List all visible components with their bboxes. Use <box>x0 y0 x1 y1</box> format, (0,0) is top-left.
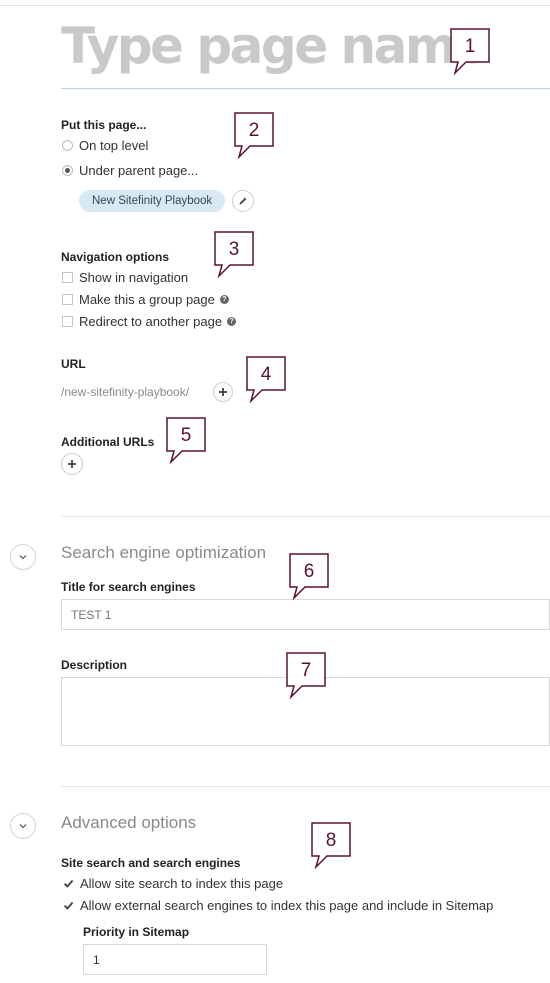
radio-top-level-label: On top level <box>79 138 149 153</box>
callout-8: 8 <box>311 822 351 870</box>
callout-2: 2 <box>234 112 274 160</box>
help-icon[interactable]: ? <box>219 295 229 304</box>
seo-collapse-toggle[interactable] <box>10 544 36 570</box>
top-border <box>0 5 550 6</box>
svg-text:6: 6 <box>304 561 315 582</box>
svg-text:7: 7 <box>301 660 312 681</box>
callout-6: 6 <box>289 553 329 601</box>
edit-url-button[interactable] <box>213 382 233 402</box>
radio-top-level[interactable]: On top level <box>62 138 148 153</box>
allow-external-search-label: Allow external search engines to index t… <box>80 898 494 913</box>
svg-text:1: 1 <box>465 36 476 57</box>
description-label: Description <box>61 658 128 672</box>
section-divider <box>61 786 550 787</box>
allow-site-search-label: Allow site search to index this page <box>80 876 284 891</box>
redirect-checkbox[interactable]: Redirect to another page ? <box>62 314 237 329</box>
group-page-label: Make this a group page <box>79 292 215 307</box>
allow-site-search-checkbox[interactable]: Allow site search to index this page <box>62 876 283 891</box>
page-name-underline <box>61 88 550 89</box>
navigation-options-label: Navigation options <box>61 250 169 264</box>
plus-icon <box>68 460 76 468</box>
advanced-collapse-toggle[interactable] <box>10 813 36 839</box>
checkbox-icon[interactable] <box>62 316 73 327</box>
group-page-checkbox[interactable]: Make this a group page ? <box>62 292 229 307</box>
checkmark-icon[interactable] <box>62 878 74 889</box>
radio-selected-icon[interactable] <box>62 165 73 176</box>
add-url-button[interactable] <box>61 453 83 475</box>
show-in-navigation-label: Show in navigation <box>79 270 189 285</box>
seo-section-title: Search engine optimization <box>61 543 267 562</box>
section-divider <box>61 516 550 517</box>
callout-1: 1 <box>450 28 490 76</box>
checkmark-icon[interactable] <box>62 900 74 911</box>
svg-text:4: 4 <box>261 364 272 385</box>
parent-page-chip[interactable]: New Sitefinity Playbook <box>79 190 226 212</box>
url-value: /new-sitefinity-playbook/ <box>61 385 190 399</box>
seo-title-input[interactable] <box>61 599 550 630</box>
url-label: URL <box>61 357 86 371</box>
callout-3: 3 <box>214 231 254 279</box>
help-icon[interactable]: ? <box>227 317 237 326</box>
checkbox-icon[interactable] <box>62 294 73 305</box>
callout-5: 5 <box>166 417 206 465</box>
pencil-icon <box>239 197 247 205</box>
redirect-label: Redirect to another page <box>79 314 223 329</box>
svg-text:2: 2 <box>249 120 260 141</box>
svg-text:5: 5 <box>181 425 192 446</box>
radio-icon[interactable] <box>62 140 73 151</box>
advanced-section-title: Advanced options <box>61 813 197 832</box>
priority-input[interactable] <box>83 944 267 975</box>
chevron-down-icon <box>19 555 27 560</box>
radio-under-parent[interactable]: Under parent page... <box>62 163 198 178</box>
callout-4: 4 <box>246 356 286 404</box>
priority-label: Priority in Sitemap <box>83 925 190 939</box>
svg-text:3: 3 <box>229 239 240 260</box>
show-in-navigation-checkbox[interactable]: Show in navigation <box>62 270 188 285</box>
seo-title-label: Title for search engines <box>61 580 196 594</box>
callout-7: 7 <box>286 652 326 700</box>
site-search-label: Site search and search engines <box>61 856 241 870</box>
plus-icon <box>219 388 227 396</box>
radio-under-parent-label: Under parent page... <box>79 163 199 178</box>
svg-text:8: 8 <box>326 830 337 851</box>
allow-external-search-checkbox[interactable]: Allow external search engines to index t… <box>62 898 493 913</box>
edit-parent-button[interactable] <box>232 190 254 212</box>
chevron-down-icon <box>19 824 27 829</box>
placement-label: Put this page... <box>61 118 147 132</box>
additional-urls-label: Additional URLs <box>61 435 155 449</box>
checkbox-icon[interactable] <box>62 272 73 283</box>
